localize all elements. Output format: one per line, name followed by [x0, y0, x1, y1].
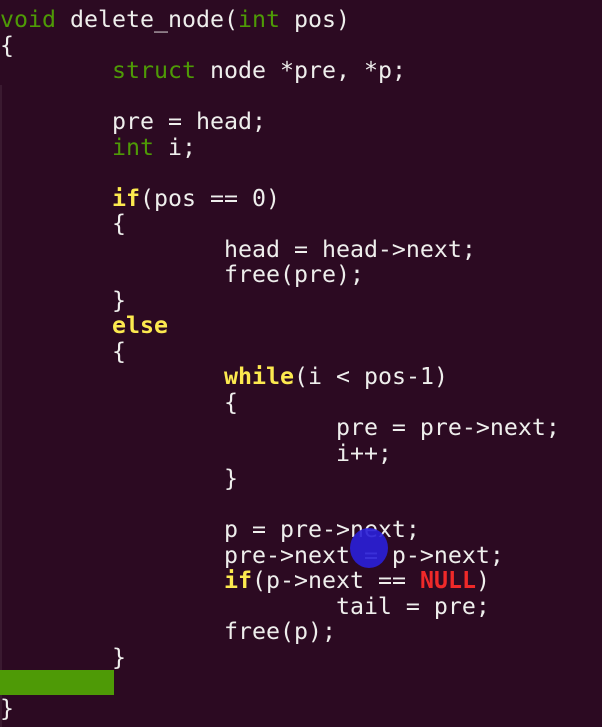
- code-const-token: NULL: [419, 567, 476, 594]
- code-line: void delete_node(int pos): [0, 7, 560, 33]
- code-text: i++;: [0, 439, 392, 467]
- code-text: {: [0, 210, 126, 237]
- code-text: {: [0, 337, 126, 365]
- code-line: head = head->next;: [0, 235, 560, 263]
- code-text: pos): [279, 6, 350, 33]
- code-text: }: [0, 286, 126, 314]
- code-line: while(i < pos-1): [0, 364, 560, 390]
- code-type-token: int: [111, 133, 154, 161]
- code-line: {: [0, 337, 560, 365]
- code-text: pre = head;: [0, 108, 266, 135]
- code-text: {: [0, 31, 14, 59]
- code-text: (i < pos-1): [293, 363, 448, 390]
- code-text: }: [0, 465, 238, 492]
- code-type-token: void: [0, 6, 56, 33]
- code-text: head = head->next;: [0, 235, 476, 263]
- code-text: (pos == 0): [139, 184, 280, 212]
- code-text: ): [475, 567, 490, 594]
- code-editor[interactable]: void delete_node(int pos){ struct node *…: [0, 7, 560, 721]
- code-line: i++;: [0, 439, 560, 467]
- code-text: }: [0, 694, 14, 722]
- code-line: else: [0, 313, 560, 339]
- code-line: struct node *pre, *p;: [0, 58, 560, 84]
- code-text: pre->next = p->next;: [0, 541, 504, 569]
- code-line: }: [0, 466, 560, 492]
- code-line: {: [0, 211, 560, 237]
- code-line: {: [0, 388, 560, 416]
- code-line: if(pos == 0): [0, 184, 560, 212]
- mouse-pointer-indicator: [350, 528, 388, 568]
- highlight-bar: [0, 670, 114, 695]
- code-text: (p->next ==: [251, 567, 420, 594]
- code-type-token: struct: [111, 57, 196, 84]
- code-kw-token: if: [111, 184, 140, 212]
- code-line: if(p->next == NULL): [0, 568, 560, 594]
- code-text: delete_node(: [56, 6, 238, 33]
- code-line: }: [0, 643, 560, 671]
- code-text: }: [0, 643, 126, 671]
- code-line: pre = pre->next;: [0, 415, 560, 441]
- code-line: }: [0, 694, 560, 722]
- code-text: node *pre, *p;: [195, 57, 406, 84]
- code-text: free(pre);: [0, 261, 364, 288]
- code-line: tail = pre;: [0, 592, 560, 620]
- code-text: pre = pre->next;: [0, 414, 560, 441]
- code-kw-token: while: [223, 363, 294, 390]
- code-text: free(p);: [0, 618, 336, 645]
- code-line: free(p);: [0, 619, 560, 645]
- code-text: i;: [153, 133, 196, 161]
- code-line: p = pre->next;: [0, 517, 560, 543]
- code-line: free(pre);: [0, 262, 560, 288]
- code-type-token: int: [237, 6, 280, 33]
- code-line: {: [0, 31, 560, 59]
- code-line: }: [0, 286, 560, 314]
- code-line: pre = head;: [0, 109, 560, 135]
- code-line: int i;: [0, 133, 560, 161]
- code-kw-token: else: [111, 312, 168, 339]
- code-text: tail = pre;: [0, 592, 490, 620]
- code-line: pre->next = p->next;: [0, 541, 560, 569]
- code-text: {: [0, 388, 238, 416]
- code-kw-token: if: [223, 567, 252, 594]
